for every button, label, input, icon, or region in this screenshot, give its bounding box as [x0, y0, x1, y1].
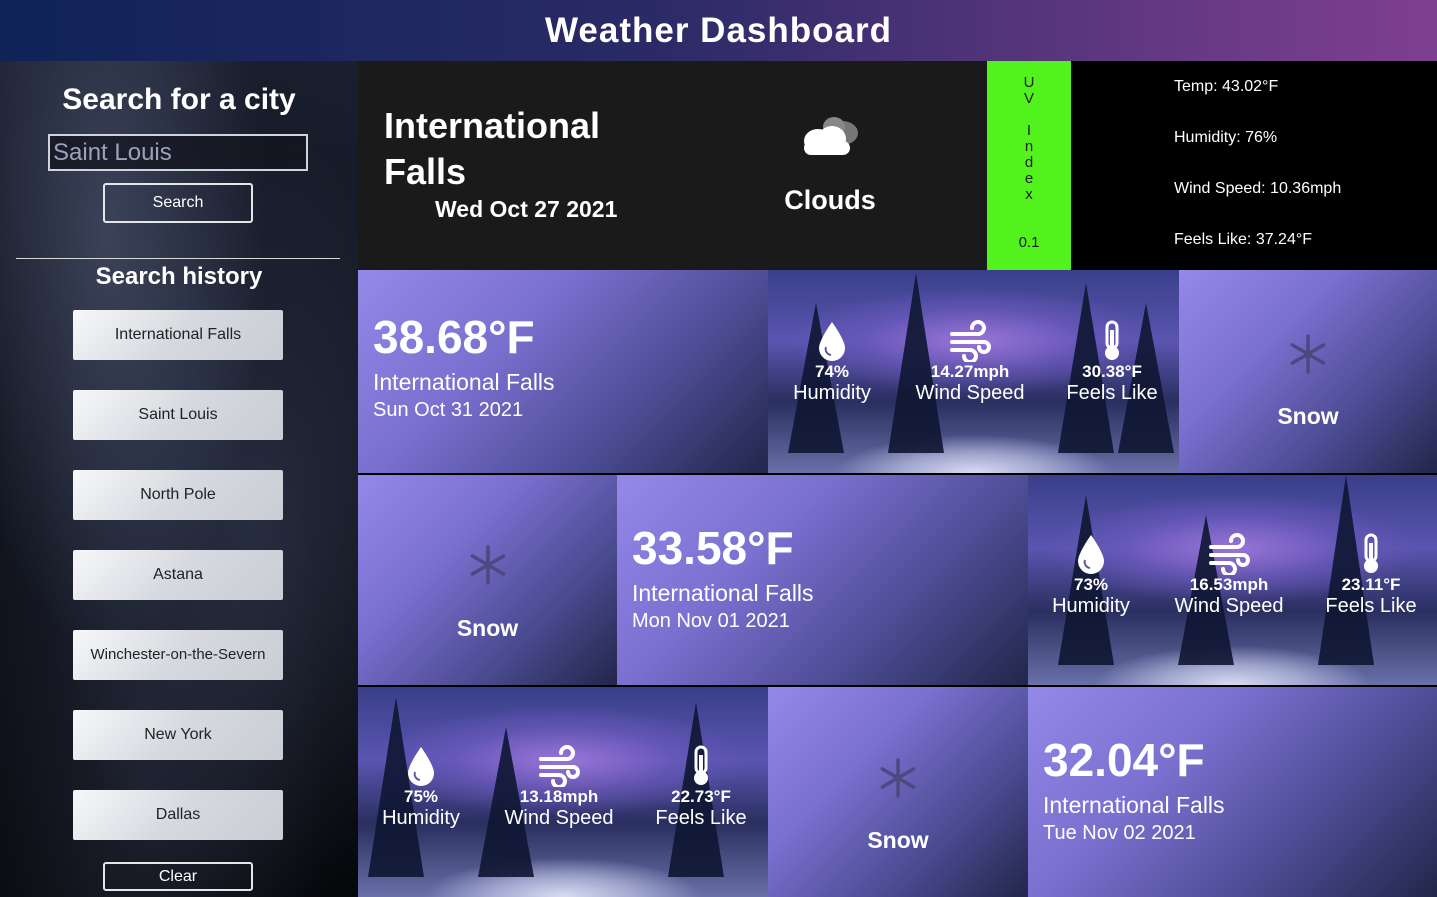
forecast-summary-tile: 33.58°F International Falls Mon Nov 01 2… — [617, 475, 1028, 685]
history-button[interactable]: Winchester-on-the-Severn — [73, 630, 283, 680]
current-weather-panel: International Falls Wed Oct 27 2021 Clou… — [358, 61, 1437, 270]
droplet-icon — [1078, 535, 1104, 574]
forecast-stats-tile: 75% Humidity 13.18mph Wind Speed 22.73°F… — [358, 687, 768, 897]
forecast-date: Tue Nov 02 2021 — [1043, 822, 1196, 844]
humidity-label: Humidity — [1052, 595, 1130, 617]
snowflake-icon — [470, 545, 506, 585]
search-button[interactable]: Search — [103, 183, 253, 223]
forecast-date: Sun Oct 31 2021 — [373, 399, 524, 421]
history-button[interactable]: International Falls — [73, 310, 283, 360]
feels-like-label: Feels Like — [1325, 595, 1417, 617]
history-button[interactable]: New York — [73, 710, 283, 760]
history-button[interactable]: Dallas — [73, 790, 283, 840]
droplet-icon — [408, 747, 434, 786]
history-button[interactable]: Astana — [73, 550, 283, 600]
feels-like-stat: 23.11°F Feels Like — [1306, 533, 1436, 618]
thermometer-icon — [1105, 320, 1119, 360]
forecast-condition: Snow — [1277, 403, 1339, 429]
history-button[interactable]: North Pole — [73, 470, 283, 520]
feels-like-label: Feels Like — [655, 807, 747, 829]
forecast-condition-tile: Snow — [358, 475, 617, 685]
current-stats: Temp: 43.02°F Humidity: 76% Wind Speed: … — [1071, 61, 1437, 270]
forecast-stats-tile: 73% Humidity 16.53mph Wind Speed 23.11°F… — [1028, 475, 1437, 685]
thermometer-icon — [1364, 533, 1378, 573]
forecast-summary-tile: 38.68°F International Falls Sun Oct 31 2… — [358, 270, 768, 473]
header-bar: Weather Dashboard — [0, 0, 1437, 61]
snowflake-icon — [1290, 334, 1326, 374]
forecast-city: International Falls — [632, 580, 814, 606]
humidity-label: Humidity — [382, 807, 460, 829]
humidity-value: 74% — [814, 362, 850, 381]
uv-index-box: UV Index 0.1 — [987, 61, 1071, 270]
snowflake-icon — [880, 758, 916, 798]
feels-like-value: 30.38°F — [1082, 362, 1142, 381]
clear-button[interactable]: Clear — [103, 862, 253, 891]
droplet-icon — [819, 322, 845, 361]
cloud-icon — [804, 117, 858, 155]
forecast-summary-tile: 32.04°F International Falls Tue Nov 02 2… — [1028, 687, 1437, 897]
history-title: Search history — [95, 263, 263, 290]
forecast-stats-tile: 74% Humidity 14.27mph Wind Speed 30.38°F… — [768, 270, 1179, 473]
feels-like-stat: 22.73°F Feels Like — [636, 745, 766, 830]
feels-like-stat: 30.38°F Feels Like — [1047, 320, 1177, 405]
current-date: Wed Oct 27 2021 — [435, 196, 618, 222]
history-button[interactable]: Saint Louis — [73, 390, 283, 440]
thermometer-icon — [694, 745, 708, 785]
wind-icon — [1209, 533, 1250, 575]
uv-value: 0.1 — [1018, 234, 1040, 251]
humidity-stat: 75% Humidity — [358, 745, 486, 830]
wind-label: Wind Speed — [504, 807, 614, 829]
forecast-condition-tile: Snow — [768, 687, 1028, 897]
forecast-condition: Snow — [456, 615, 519, 641]
forecast-date: Mon Nov 01 2021 — [632, 610, 790, 632]
current-condition: Clouds — [784, 185, 876, 215]
uv-label: UV Index — [1023, 74, 1035, 203]
search-input[interactable]: Saint Louis — [48, 134, 308, 171]
wind-stat: 14.27mph Wind Speed — [905, 320, 1035, 405]
wind-label: Wind Speed — [1174, 595, 1284, 617]
humidity-value: 73% — [1073, 575, 1109, 594]
wind-value: 16.53mph — [1189, 575, 1269, 594]
wind-stat: 13.18mph Wind Speed — [494, 745, 624, 830]
current-humidity: Humidity: 76% — [1174, 129, 1278, 146]
feels-like-value: 22.73°F — [671, 787, 731, 806]
sidebar: Search for a city Saint Louis Search Sea… — [0, 61, 358, 897]
current-feels-like: Feels Like: 37.24°F — [1174, 231, 1313, 248]
forecast-condition: Snow — [867, 827, 929, 853]
page-title: Weather Dashboard — [545, 10, 892, 50]
divider — [16, 258, 340, 259]
forecast-city: International Falls — [1043, 792, 1225, 818]
wind-value: 13.18mph — [519, 787, 599, 806]
current-wind: Wind Speed: 10.36mph — [1174, 180, 1342, 197]
forecast-temp: 38.68°F — [373, 311, 535, 363]
forecast-city: International Falls — [373, 369, 555, 395]
humidity-label: Humidity — [793, 382, 871, 404]
wind-stat: 16.53mph Wind Speed — [1164, 533, 1294, 618]
wind-value: 14.27mph — [930, 362, 1010, 381]
forecast-condition-tile: Snow — [1179, 270, 1437, 473]
feels-like-value: 23.11°F — [1341, 575, 1401, 594]
wind-icon — [539, 745, 580, 787]
forecast-temp: 32.04°F — [1043, 734, 1205, 786]
search-title: Search for a city — [62, 83, 296, 116]
wind-label: Wind Speed — [915, 382, 1025, 404]
wind-icon — [950, 320, 991, 362]
forecast-temp: 33.58°F — [632, 522, 794, 574]
feels-like-label: Feels Like — [1066, 382, 1158, 404]
humidity-stat: 73% Humidity — [1028, 533, 1156, 618]
current-city: International Falls — [384, 105, 601, 192]
humidity-value: 75% — [403, 787, 439, 806]
humidity-stat: 74% Humidity — [768, 320, 897, 405]
current-temp: Temp: 43.02°F — [1174, 78, 1279, 95]
